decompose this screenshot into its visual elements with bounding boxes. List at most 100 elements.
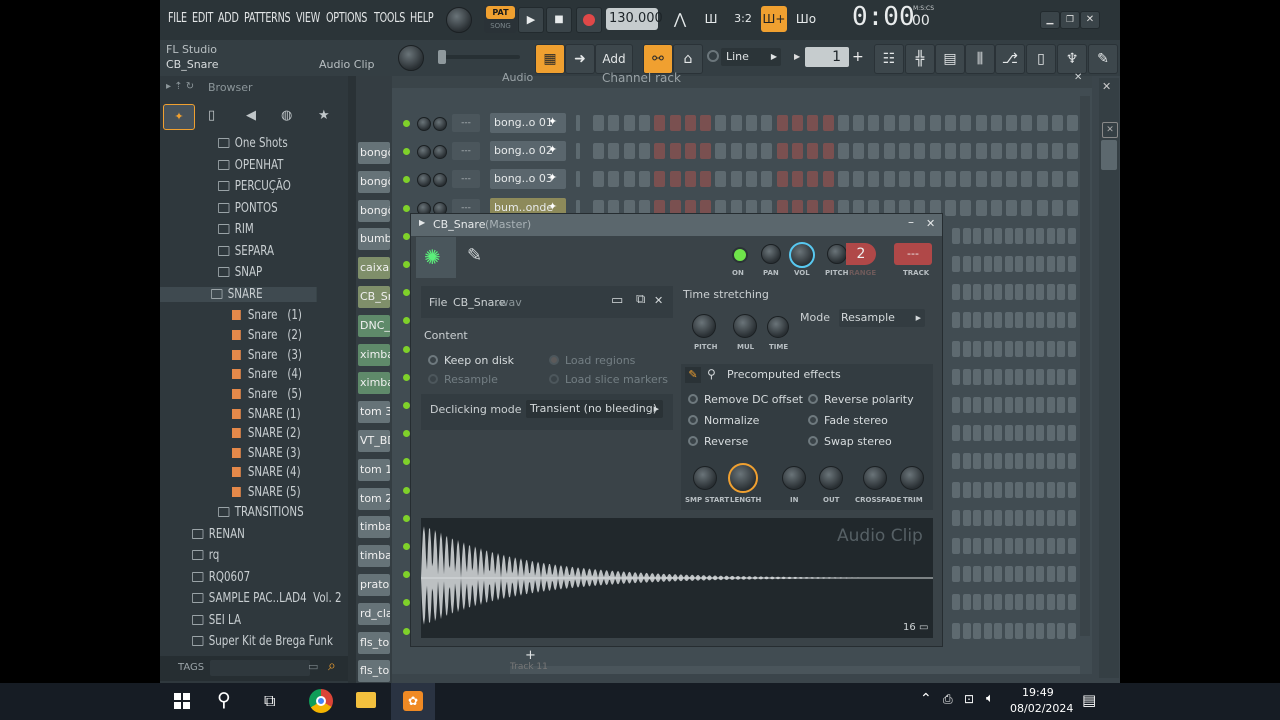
channel-button[interactable]: bumbo bbox=[358, 228, 390, 251]
step-button[interactable] bbox=[1036, 143, 1048, 160]
step-button[interactable] bbox=[1046, 425, 1055, 442]
arrow-right-icon[interactable]: ➜ bbox=[565, 44, 595, 74]
plugin-picker-icon[interactable]: ♆ bbox=[1057, 44, 1087, 74]
browse-icon[interactable]: ⧉ bbox=[636, 292, 645, 307]
step-button[interactable] bbox=[1015, 227, 1023, 244]
file-explorer-icon[interactable] bbox=[356, 692, 376, 708]
step-button[interactable] bbox=[1046, 284, 1055, 301]
step-button[interactable] bbox=[952, 425, 960, 442]
step-button[interactable] bbox=[1025, 509, 1034, 526]
step-button[interactable] bbox=[1015, 566, 1023, 583]
channel-button[interactable]: rd_cla bbox=[358, 602, 390, 625]
step-button[interactable] bbox=[1067, 115, 1079, 131]
step-button[interactable] bbox=[1004, 538, 1013, 554]
step-edit-icon[interactable]: Ш+ bbox=[761, 6, 787, 32]
step-button[interactable] bbox=[638, 115, 650, 131]
step-button[interactable] bbox=[952, 397, 960, 413]
step-button[interactable] bbox=[952, 340, 960, 357]
step-button[interactable] bbox=[1025, 425, 1034, 442]
channel-mute-led[interactable] bbox=[403, 261, 410, 268]
channel-mute-led[interactable] bbox=[403, 402, 410, 409]
rack-close-icon[interactable]: ✕ bbox=[1074, 72, 1082, 83]
step-button[interactable] bbox=[822, 143, 834, 160]
add-button[interactable]: Add bbox=[595, 44, 633, 74]
step-button[interactable] bbox=[1057, 566, 1065, 583]
channel-mute-led[interactable] bbox=[403, 204, 410, 212]
step-button[interactable] bbox=[883, 171, 895, 188]
tempo-display[interactable]: 130.000 bbox=[606, 8, 663, 30]
clock-date[interactable]: 08/02/2024 bbox=[1010, 702, 1073, 715]
step-button[interactable] bbox=[1036, 425, 1044, 442]
pan-knob[interactable] bbox=[761, 244, 781, 264]
channel-vol-knob[interactable] bbox=[433, 145, 447, 160]
browser-folder-item[interactable]: SEPARA bbox=[218, 244, 274, 259]
step-button[interactable] bbox=[1036, 594, 1044, 611]
channel-mute-led[interactable] bbox=[403, 486, 410, 494]
out-knob[interactable] bbox=[819, 466, 843, 490]
step-button[interactable] bbox=[669, 171, 681, 188]
mixer-track-selector[interactable]: --- bbox=[452, 170, 480, 189]
step-button[interactable] bbox=[1036, 171, 1048, 188]
step-button[interactable] bbox=[914, 171, 926, 188]
step-button[interactable] bbox=[1004, 227, 1013, 244]
step-button[interactable] bbox=[593, 115, 604, 131]
browser-folder-item[interactable]: Super Kit de Brega Funk bbox=[192, 634, 333, 649]
step-button[interactable] bbox=[952, 312, 960, 329]
loop-record-icon[interactable]: Шo bbox=[793, 6, 819, 32]
step-button[interactable] bbox=[1046, 481, 1055, 498]
menu-add[interactable]: ADD bbox=[218, 11, 239, 26]
step-button[interactable] bbox=[837, 115, 849, 131]
step-button[interactable] bbox=[1036, 115, 1048, 131]
notifications-icon[interactable]: ▤ bbox=[1082, 691, 1096, 709]
browser-file-item[interactable]: SNARE (1) bbox=[232, 407, 301, 422]
browser-nav-icon[interactable]: ▸ ⇡ ↻ bbox=[166, 81, 194, 92]
step-button[interactable] bbox=[1036, 312, 1044, 329]
step-button[interactable] bbox=[1015, 425, 1023, 442]
step-button[interactable] bbox=[868, 115, 880, 131]
typing-keyboard-icon[interactable]: ▦ bbox=[535, 44, 565, 74]
length-knob[interactable] bbox=[728, 463, 758, 493]
metronome-tool-icon[interactable]: ⌂ bbox=[673, 44, 703, 74]
waveform-display[interactable]: Audio Clip 16 ▭ bbox=[421, 518, 933, 638]
step-button[interactable] bbox=[973, 397, 981, 413]
play-icon[interactable]: ▶ bbox=[518, 7, 544, 33]
mixer-track-selector[interactable]: --- bbox=[452, 114, 480, 132]
channel-mute-led[interactable] bbox=[403, 627, 410, 635]
step-button[interactable] bbox=[1025, 312, 1034, 329]
pattern-selector[interactable]: 1 bbox=[805, 47, 849, 67]
step-button[interactable] bbox=[1036, 481, 1044, 498]
step-button[interactable] bbox=[1025, 594, 1034, 611]
step-button[interactable] bbox=[983, 397, 992, 413]
step-button[interactable] bbox=[761, 171, 773, 188]
step-button[interactable] bbox=[1025, 256, 1034, 272]
step-button[interactable] bbox=[960, 199, 972, 216]
step-button[interactable] bbox=[1057, 594, 1065, 611]
step-button[interactable] bbox=[929, 171, 941, 188]
menu-edit[interactable]: EDIT bbox=[192, 11, 213, 26]
step-button[interactable] bbox=[1025, 227, 1034, 244]
channel-select-indicator[interactable] bbox=[576, 115, 580, 131]
step-button[interactable] bbox=[994, 368, 1002, 385]
step-button[interactable] bbox=[899, 115, 910, 131]
step-button[interactable] bbox=[1015, 368, 1023, 385]
step-button[interactable] bbox=[994, 481, 1002, 498]
browser-icon[interactable]: ⎇ bbox=[995, 44, 1025, 74]
wait-input-icon[interactable]: Ш bbox=[698, 6, 724, 32]
browser-folder-item[interactable]: TRANSITIONS bbox=[218, 505, 304, 520]
step-button[interactable] bbox=[1015, 622, 1023, 639]
precomputed-lock-icon[interactable]: ⚲ bbox=[707, 367, 716, 381]
channel-button[interactable]: caixa I bbox=[358, 257, 390, 280]
browser-folder-item[interactable]: rq bbox=[192, 548, 219, 563]
step-button[interactable] bbox=[1015, 284, 1023, 301]
step-button[interactable] bbox=[623, 143, 635, 160]
step-button[interactable] bbox=[761, 115, 773, 131]
step-button[interactable] bbox=[973, 284, 981, 301]
panel-close-icon[interactable]: ✕ bbox=[1102, 80, 1111, 93]
step-button[interactable] bbox=[837, 171, 849, 188]
main-volume-slider[interactable] bbox=[438, 50, 520, 64]
step-button[interactable] bbox=[1057, 340, 1065, 357]
step-button[interactable] bbox=[899, 143, 910, 160]
on-led[interactable] bbox=[732, 247, 748, 263]
browser-folder-item[interactable]: SAMPLE PAC..LAD4 Vol. 2 bbox=[192, 591, 342, 606]
channel-button[interactable]: ximba bbox=[358, 372, 390, 395]
